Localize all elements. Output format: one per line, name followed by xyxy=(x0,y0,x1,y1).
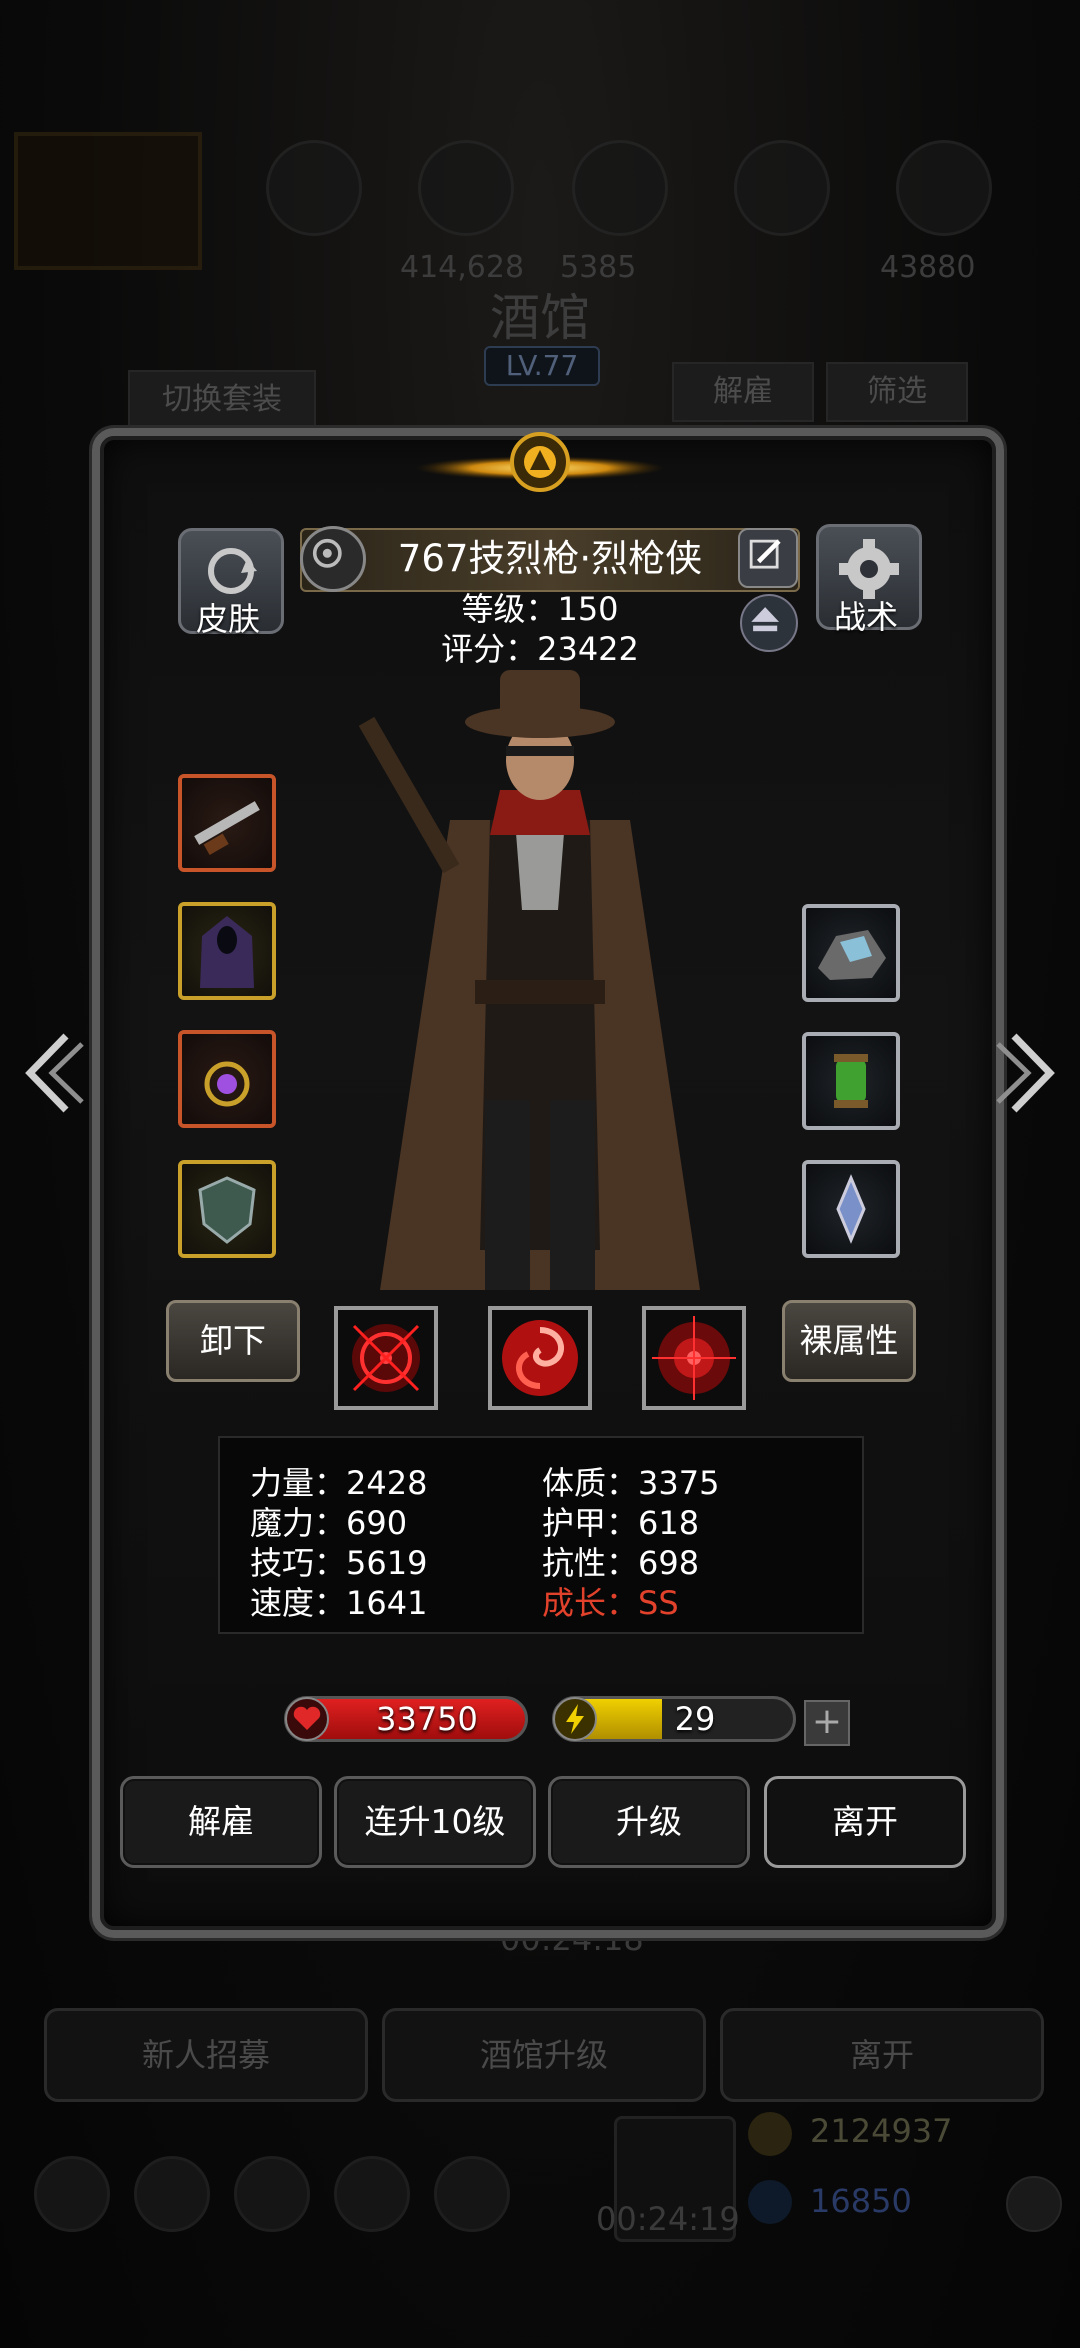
gold-icon xyxy=(748,2112,792,2156)
arrow-up-icon xyxy=(751,607,780,632)
rifle-icon xyxy=(194,801,260,855)
recruit-button[interactable]: 新人招募 xyxy=(44,2008,368,2102)
target-skill-icon xyxy=(652,1316,736,1400)
armor-slot[interactable] xyxy=(178,902,276,1000)
gold-amount: 2124937 xyxy=(810,2112,953,2150)
level-up-10-button[interactable]: 连升10级 xyxy=(334,1776,536,1868)
bg-dismiss-button[interactable]: 解雇 xyxy=(672,362,814,422)
weapon-slot[interactable] xyxy=(178,774,276,872)
resource-icon xyxy=(734,140,830,236)
pencil-icon xyxy=(749,539,781,569)
cloak-icon xyxy=(200,916,254,988)
ornament-emblem-icon xyxy=(415,432,665,492)
resource-icon xyxy=(418,140,514,236)
previous-hero-arrow-icon[interactable] xyxy=(18,1028,88,1118)
heart-icon xyxy=(285,1697,329,1741)
add-energy-button[interactable]: + xyxy=(804,1700,850,1746)
unequip-button[interactable]: 卸下 xyxy=(166,1300,300,1382)
tavern-title: 酒馆 xyxy=(490,289,590,347)
nav-icon[interactable] xyxy=(234,2156,310,2232)
resource-icon xyxy=(572,140,668,236)
promote-button[interactable] xyxy=(740,594,798,652)
bg-timer-bottom: 00:24:19 xyxy=(596,2200,740,2238)
energy-value: 29 xyxy=(674,1700,716,1738)
nav-icon[interactable] xyxy=(134,2156,210,2232)
crosshair-skill-icon xyxy=(352,1324,420,1392)
tavern-upgrade-button[interactable]: 酒馆升级 xyxy=(382,2008,706,2102)
shield-icon xyxy=(198,1176,256,1244)
stat-speed: 速度：1641 xyxy=(250,1584,428,1622)
add-gems-button[interactable] xyxy=(1006,2176,1062,2232)
edit-name-button[interactable] xyxy=(738,528,798,588)
tavern-level-badge: LV.77 xyxy=(484,346,600,386)
gem-slot[interactable] xyxy=(802,904,900,1002)
base-attributes-button[interactable]: 裸属性 xyxy=(782,1300,916,1382)
lightning-icon xyxy=(553,1697,597,1741)
swirl-skill-icon xyxy=(502,1320,578,1396)
level-up-button[interactable]: 升级 xyxy=(548,1776,750,1868)
gem-icon xyxy=(748,2180,792,2224)
switch-outfit-button[interactable]: 切换套装 xyxy=(128,370,316,430)
lantern-slot[interactable] xyxy=(802,1032,900,1130)
dismiss-button[interactable]: 解雇 xyxy=(120,1776,322,1868)
lantern-icon xyxy=(834,1054,868,1108)
nav-icon[interactable] xyxy=(334,2156,410,2232)
sword-emblem-icon xyxy=(836,1174,866,1244)
emblem-slot[interactable] xyxy=(802,1160,900,1258)
leave-button[interactable]: 离开 xyxy=(764,1776,966,1868)
necklace-slot[interactable] xyxy=(178,1030,276,1128)
tactics-label: 战术 xyxy=(833,598,898,636)
shield-slot[interactable] xyxy=(178,1160,276,1258)
amulet-icon xyxy=(204,1061,250,1107)
resource-icon xyxy=(266,140,362,236)
player-avatar[interactable] xyxy=(14,132,202,270)
skill-slot-2[interactable] xyxy=(488,1306,592,1410)
resource-icon xyxy=(896,140,992,236)
bg-leave-button[interactable]: 离开 xyxy=(720,2008,1044,2102)
hero-portrait xyxy=(358,670,700,1290)
skill-slot-1[interactable] xyxy=(334,1306,438,1410)
gem-amount: 16850 xyxy=(810,2182,912,2220)
skill-slot-3[interactable] xyxy=(642,1306,746,1410)
nav-icon[interactable] xyxy=(34,2156,110,2232)
nav-icon[interactable] xyxy=(434,2156,510,2232)
filter-button[interactable]: 筛选 xyxy=(826,362,968,422)
crystal-ore-icon xyxy=(818,930,886,980)
next-hero-arrow-icon[interactable] xyxy=(992,1028,1062,1118)
hero-name: 767技烈枪·烈枪侠 xyxy=(397,537,703,580)
stat-growth: 成长：SS xyxy=(542,1584,679,1622)
skin-label: 皮肤 xyxy=(195,600,260,638)
hp-value: 33750 xyxy=(376,1700,478,1738)
